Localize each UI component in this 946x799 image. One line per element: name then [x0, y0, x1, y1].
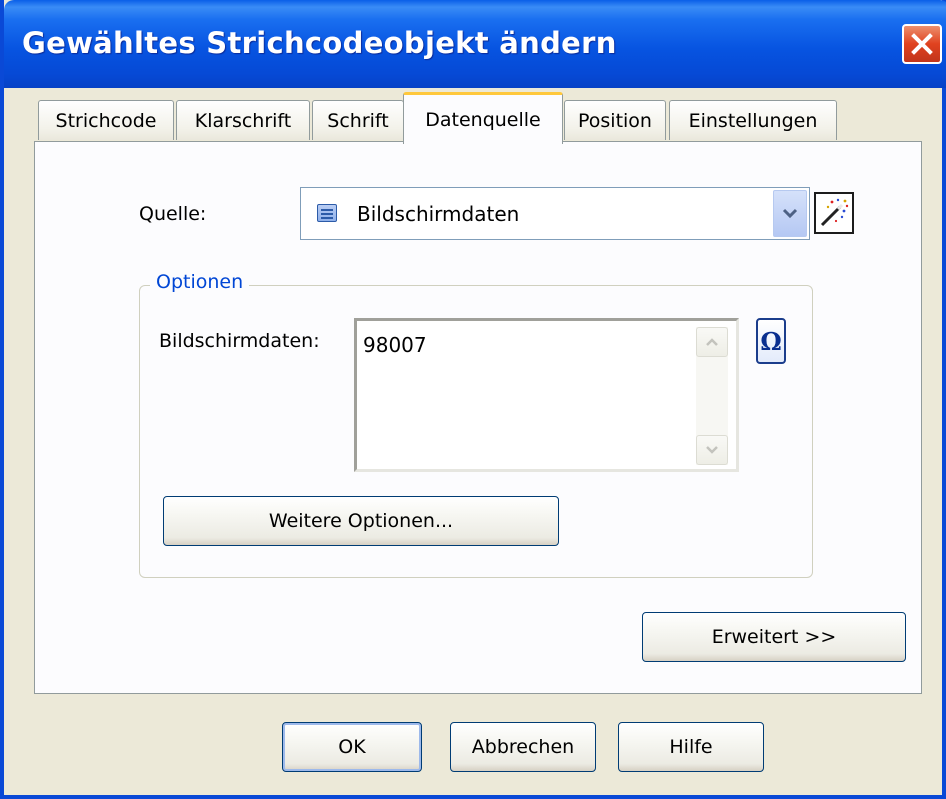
screen-data-textarea[interactable]: 98007	[354, 318, 739, 472]
dropdown-arrow-button[interactable]	[773, 190, 807, 237]
scroll-up-button[interactable]	[696, 327, 728, 357]
help-button[interactable]: Hilfe	[618, 722, 764, 772]
source-selected-value: Bildschirmdaten	[357, 202, 520, 226]
source-dropdown[interactable]: Bildschirmdaten	[300, 187, 810, 240]
advanced-label: Erweitert >>	[711, 626, 837, 648]
vertical-scrollbar[interactable]	[696, 327, 728, 465]
cancel-label: Abbrechen	[471, 736, 575, 758]
source-label: Quelle:	[139, 203, 207, 225]
omega-icon: Ω	[760, 326, 782, 356]
dialog-window: Gewähltes Strichcodeobjekt ändern Strich…	[0, 0, 946, 799]
chevron-down-icon	[706, 446, 718, 454]
magic-wand-icon	[820, 198, 849, 227]
screen-data-icon	[317, 204, 337, 222]
ok-label: OK	[338, 736, 366, 758]
ok-button[interactable]: OK	[282, 722, 422, 772]
chevron-down-icon	[782, 208, 798, 218]
screen-data-value: 98007	[363, 333, 427, 357]
data-source-wizard-button[interactable]	[814, 192, 854, 234]
more-options-button[interactable]: Weitere Optionen...	[163, 496, 559, 546]
scroll-down-button[interactable]	[696, 435, 728, 465]
options-group-title: Optionen	[150, 271, 250, 293]
special-characters-button[interactable]: Ω	[756, 318, 786, 364]
cancel-button[interactable]: Abbrechen	[450, 722, 596, 772]
screen-data-label: Bildschirmdaten:	[159, 330, 320, 352]
advanced-button[interactable]: Erweitert >>	[642, 612, 906, 662]
help-label: Hilfe	[669, 736, 713, 758]
chevron-up-icon	[706, 338, 718, 346]
more-options-label: Weitere Optionen...	[268, 510, 454, 532]
